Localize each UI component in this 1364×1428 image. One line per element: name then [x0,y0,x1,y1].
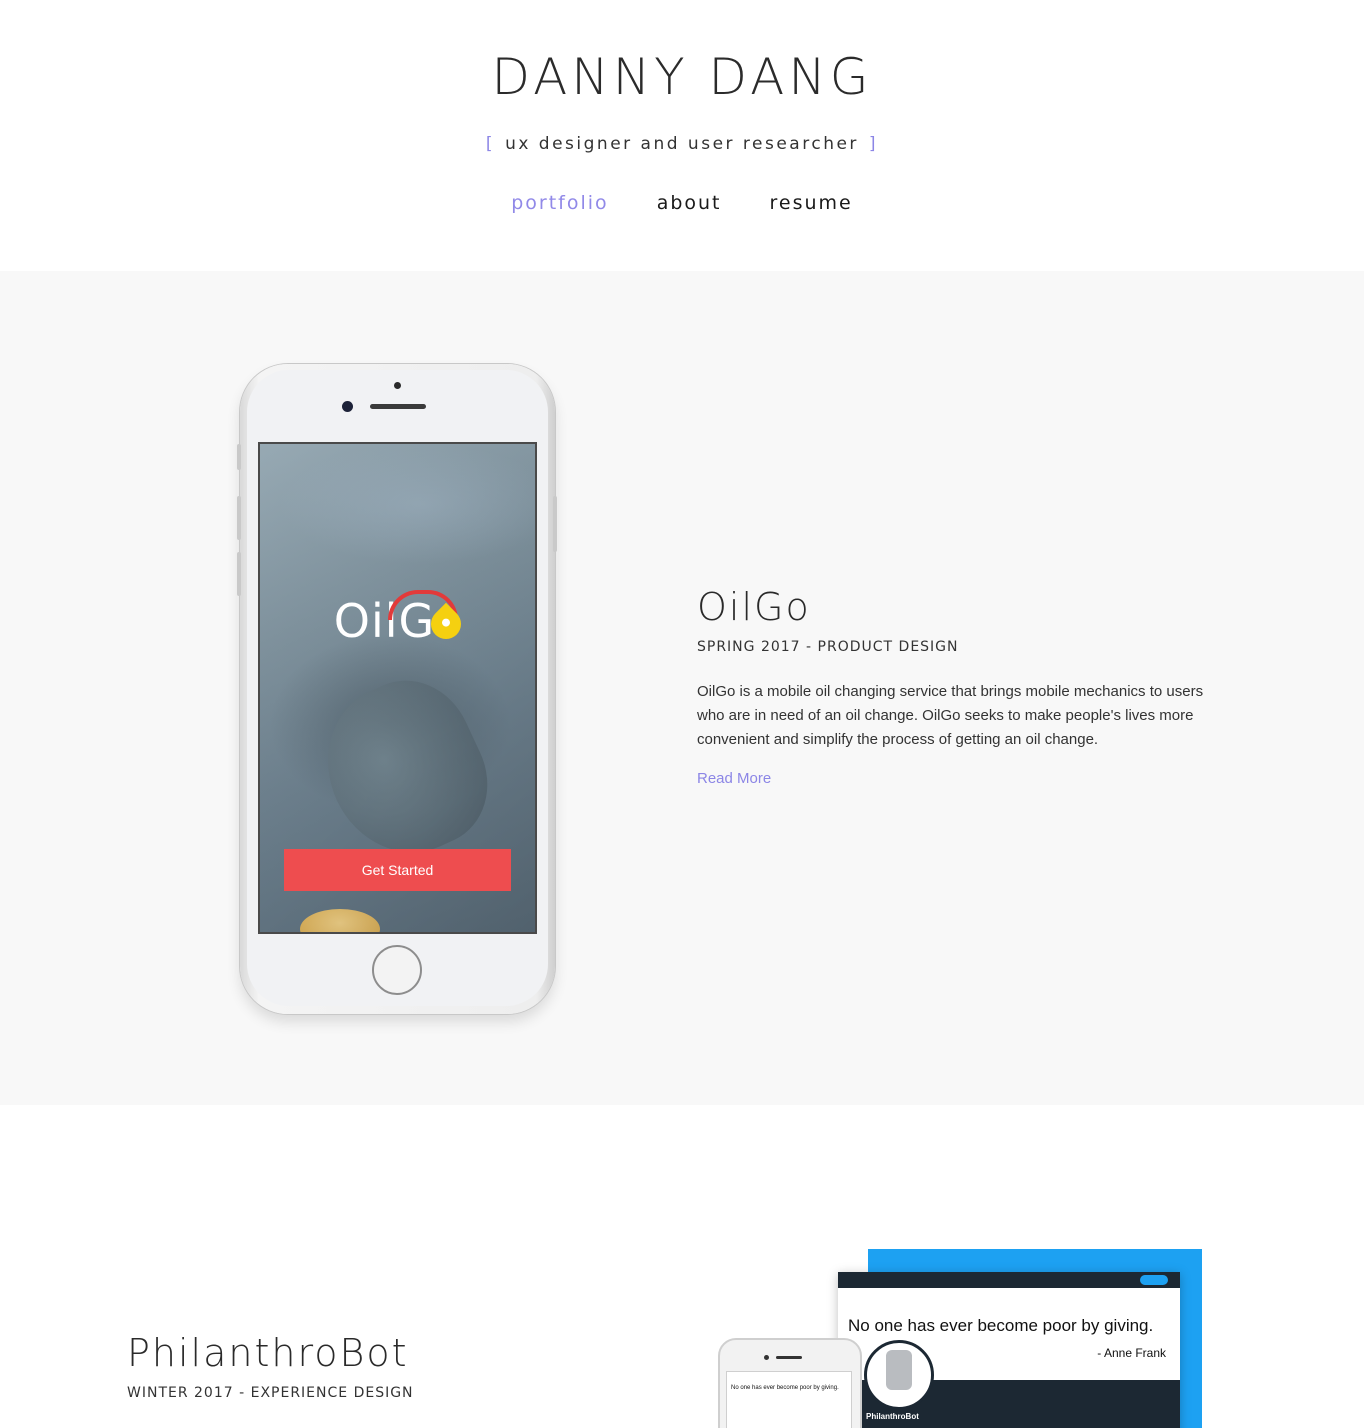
phone-speaker [370,404,426,409]
nav-item-portfolio[interactable]: portfolio [511,192,608,214]
nav-item-resume[interactable]: resume [770,192,853,214]
main-nav: portfolio about resume [0,192,1364,214]
tagline-close-bracket: ] [868,134,879,154]
twitter-top-bar [838,1272,1180,1288]
project-title-philanthrobot: PhilanthroBot [127,1331,409,1375]
oilgo-logo: OilG [260,590,535,648]
project-meta-oilgo: SPRING 2017 - PRODUCT DESIGN [697,639,959,655]
phone-volume-button [237,552,241,596]
phone-volume-button [237,444,241,470]
get-started-button[interactable]: Get Started [284,849,511,891]
phone-volume-button [237,496,241,540]
philanthrobot-quote-author: - Anne Frank [1097,1346,1166,1360]
phone-home-button [372,945,422,995]
phone-camera [342,401,353,412]
robot-icon [886,1350,912,1390]
read-more-link-oilgo[interactable]: Read More [697,770,771,787]
site-title: DANNY DANG [491,48,873,106]
phone-speaker [776,1356,802,1359]
tagline-text: ux designer and user researcher [505,134,859,154]
philanthrobot-phone-screen [726,1371,852,1428]
project-meta-philanthrobot: WINTER 2017 - EXPERIENCE DESIGN [127,1385,414,1401]
tagline: [ ux designer and user researcher] [0,134,1364,154]
phone-power-button [553,496,557,552]
project-title-oilgo: OilGo [697,585,811,629]
phone-sensor [394,382,401,389]
philanthrobot-profile-name: PhilanthroBot [866,1412,919,1421]
phone-camera [764,1355,769,1360]
project-description-oilgo: OilGo is a mobile oil changing service t… [697,683,1204,748]
tweet-button-mock [1140,1275,1168,1285]
oilgo-app-screen: OilG Get Started [258,442,537,934]
philanthrobot-phone-quote: No one has ever become poor by giving. [731,1385,839,1391]
nav-item-about[interactable]: about [657,192,722,214]
tagline-open-bracket: [ [485,134,496,154]
philanthrobot-quote: No one has ever become poor by giving. [848,1316,1154,1335]
